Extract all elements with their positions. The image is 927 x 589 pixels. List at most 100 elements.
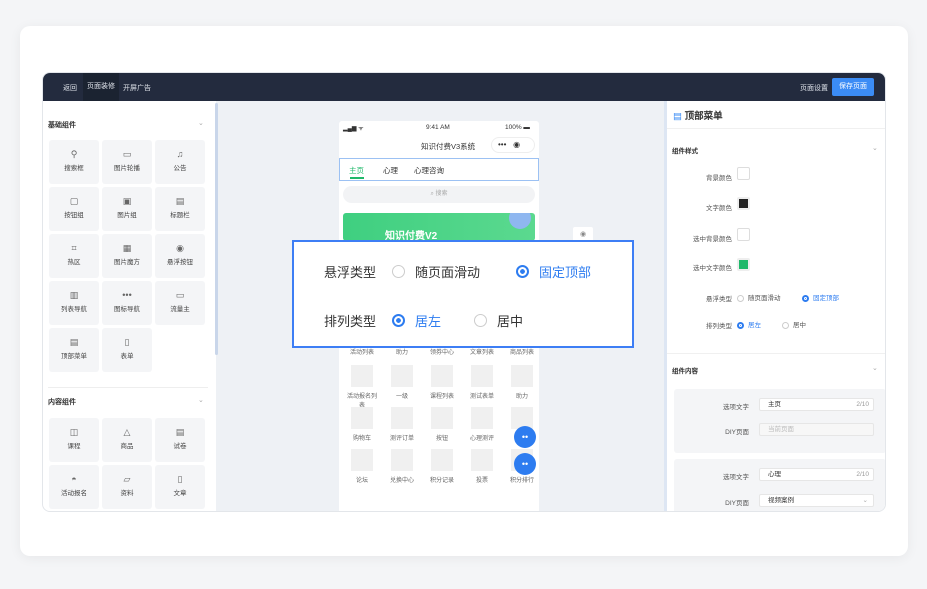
component-tile[interactable]: ••• 图标导航 (102, 281, 152, 325)
form-icon: ▯ (124, 337, 130, 347)
grid-item-label[interactable]: 助力 (385, 347, 419, 356)
grid-item-label[interactable]: 文章列表 (465, 347, 499, 356)
icon-nav-icon: ••• (122, 290, 132, 300)
selected-text-color-picker[interactable] (737, 258, 750, 271)
signal-icon: ▂▄▆ ᯤ (343, 126, 364, 132)
panel-title: ▤ 顶部菜单 (673, 108, 723, 122)
chevron-down-icon[interactable]: ⌄ (198, 396, 204, 404)
banner[interactable]: 知识付费V2 (343, 213, 535, 241)
grid-item-label[interactable]: 论坛 (345, 475, 379, 484)
bg-color-label: 背景颜色 (706, 175, 732, 182)
popup-arrange-radio-left[interactable]: 居左 (392, 311, 441, 330)
popup-float-radio-scroll[interactable]: 随页面滑动 (392, 262, 480, 281)
chat-icon[interactable]: •• (514, 426, 536, 448)
component-tile[interactable]: ◫ 课程 (49, 418, 99, 462)
grid-item-label[interactable]: 测评订单 (385, 433, 419, 442)
arrange-radio-left[interactable]: 居左 (737, 319, 761, 329)
component-tile[interactable]: ♫ 公告 (155, 140, 205, 184)
diy-page-input[interactable]: 当前页面 (759, 423, 874, 436)
grid-item-label[interactable]: 活动列表 (345, 347, 379, 356)
tile-label: 按钮组 (64, 212, 84, 219)
image-cube-icon: ▦ (122, 243, 132, 253)
grid-item-label[interactable]: 兑换中心 (385, 475, 419, 484)
component-tile[interactable]: ▤ 顶部菜单 (49, 328, 99, 372)
component-panel: 基础组件 ⌄ ⚲ 搜索框 ▭ 图片轮播 ♫ 公告 ▢ 按钮组 ▣ 图片组 ▤ 标题栏 ⌗ 热区 ▦ 图片魔方 ◉… (43, 101, 216, 511)
component-tile[interactable]: ◉ 悬浮按钮 (155, 234, 205, 278)
save-page-button[interactable]: 保存页面 (832, 78, 874, 96)
top-menu-icon: ▤ (673, 111, 682, 122)
tile-label: 流量主 (170, 306, 190, 313)
menu-item-card: 选项文字 心理 2/10 DIY页面 视频案例 ⌄ (674, 459, 885, 511)
component-tile[interactable]: ⌗ 热区 (49, 234, 99, 278)
component-tile[interactable]: ◓ 活动报名 (49, 465, 99, 509)
tile-label: 列表导航 (61, 306, 87, 313)
tab-psychology[interactable]: 心理 (383, 165, 398, 176)
chevron-down-icon[interactable]: ⌄ (198, 119, 204, 127)
option-text-input[interactable]: 心理 2/10 (759, 468, 874, 481)
grid-item-label[interactable]: 购物车 (345, 433, 379, 442)
bag-icon: △ (123, 427, 131, 437)
component-tile[interactable]: ⚲ 搜索框 (49, 140, 99, 184)
arrange-radio-center[interactable]: 居中 (782, 319, 806, 329)
grid-item-label[interactable]: 一级 (385, 391, 419, 400)
option-text-input[interactable]: 主页 2/10 (759, 398, 874, 411)
bg-color-picker[interactable] (737, 167, 750, 180)
tab-splash-ad[interactable]: 开屏广告 (123, 83, 151, 93)
grid-item-label[interactable]: 课程列表 (425, 391, 459, 400)
grid-item-label[interactable]: 投票 (465, 475, 499, 484)
carousel-icon: ▭ (122, 149, 132, 159)
topbar: 返回 页面装修 开屏广告 页面设置 保存页面 (43, 73, 885, 101)
blogger-icon: ▭ (175, 290, 185, 300)
grid-item-label[interactable]: 助力 (505, 391, 539, 400)
tab-home[interactable]: 主页 (349, 165, 364, 176)
component-tile[interactable]: ▯ 文章 (155, 465, 205, 509)
selected-bg-color-label: 选中背景颜色 (693, 236, 732, 243)
popup-float-radio-fixed[interactable]: 固定顶部 (516, 262, 591, 281)
component-tile[interactable]: ▥ 列表导航 (49, 281, 99, 325)
component-tile[interactable]: ▢ 按钮组 (49, 187, 99, 231)
float-radio-scroll[interactable]: 随页面滑动 (737, 292, 781, 302)
chevron-down-icon[interactable]: ⌄ (872, 364, 878, 372)
grid-item-label[interactable]: 按钮 (425, 433, 459, 442)
phone-title: 知识付费V3系统 (421, 142, 476, 151)
chat-icon[interactable]: •• (514, 453, 536, 475)
tab-page-decor[interactable]: 页面装修 (83, 73, 119, 101)
component-tile[interactable]: △ 商品 (102, 418, 152, 462)
component-tile[interactable]: ▤ 标题栏 (155, 187, 205, 231)
float-radio-fixed[interactable]: 固定顶部 (802, 292, 839, 302)
diy-page-select[interactable]: 视频案例 ⌄ (759, 494, 874, 507)
back-link[interactable]: 返回 (63, 83, 77, 93)
radio-label: 固定顶部 (813, 295, 839, 302)
tile-label: 图片魔方 (114, 259, 140, 266)
grid-item-label[interactable]: 心理测评 (465, 433, 499, 442)
component-tile[interactable]: ▣ 图片组 (102, 187, 152, 231)
radio-label: 随页面滑动 (415, 265, 481, 280)
capsule-menu[interactable]: ••• ◉ (491, 137, 535, 153)
tile-label: 悬浮按钮 (167, 259, 193, 266)
chevron-down-icon[interactable]: ⌄ (872, 144, 878, 152)
grid-item-label[interactable]: 积分记录 (425, 475, 459, 484)
scrollbar[interactable] (215, 103, 218, 355)
battery-text: 100% (505, 124, 522, 131)
image-placeholder-icon (391, 365, 413, 387)
tile-label: 试卷 (173, 443, 187, 450)
arrange-type-label: 排列类型 (706, 323, 732, 330)
component-tile[interactable]: ▤ 试卷 (155, 418, 205, 462)
grid-item-label[interactable]: 测试表单 (465, 391, 499, 400)
component-tile[interactable]: ▯ 表单 (102, 328, 152, 372)
component-tile[interactable]: ▭ 流量主 (155, 281, 205, 325)
diy-page-label: DIY页面 (725, 500, 749, 507)
popup-arrange-radio-center[interactable]: 居中 (474, 311, 523, 330)
grid-item-label[interactable]: 积分排行 (505, 475, 539, 484)
text-color-picker[interactable] (737, 197, 750, 210)
page-settings-link[interactable]: 页面设置 (800, 83, 828, 93)
grid-item-label[interactable]: 商品列表 (505, 347, 539, 356)
component-tile[interactable]: ▦ 图片魔方 (102, 234, 152, 278)
image-placeholder-icon (391, 449, 413, 471)
component-tile[interactable]: ▱ 资料 (102, 465, 152, 509)
component-tile[interactable]: ▭ 图片轮播 (102, 140, 152, 184)
grid-item-label[interactable]: 领券中心 (425, 347, 459, 356)
selected-bg-color-picker[interactable] (737, 228, 750, 241)
tab-counseling[interactable]: 心理咨询 (414, 165, 444, 176)
search-bar[interactable]: ⌕ 搜索 (343, 186, 535, 203)
